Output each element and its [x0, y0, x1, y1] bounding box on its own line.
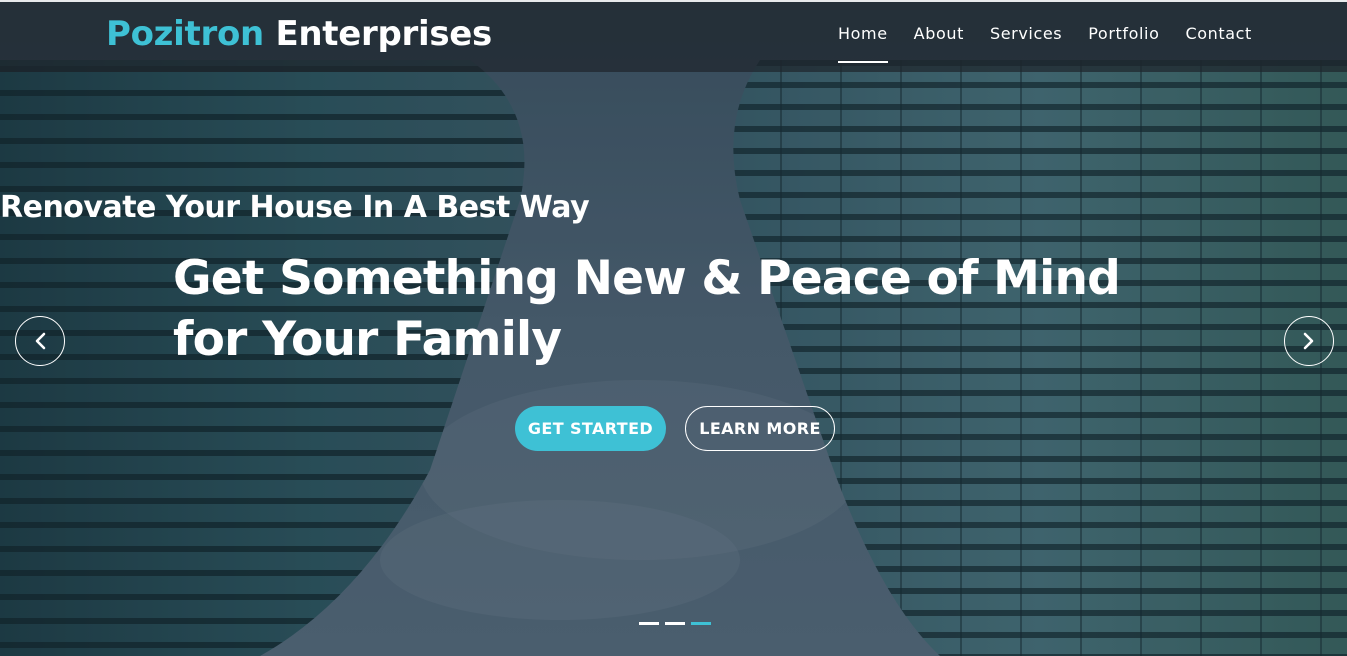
chevron-right-icon — [1303, 332, 1314, 350]
top-navbar: Pozitron Enterprises Home About Services… — [0, 0, 1347, 72]
learn-more-button[interactable]: LEARN MORE — [685, 406, 835, 451]
brand-name-accent: Pozitron — [106, 14, 264, 54]
nav-item-about[interactable]: About — [914, 24, 964, 63]
carousel-prev-button[interactable] — [15, 316, 65, 366]
hero-subtitle: Renovate Your House In A Best Way — [0, 190, 590, 225]
nav-item-portfolio[interactable]: Portfolio — [1088, 24, 1159, 63]
carousel-indicator-3[interactable] — [691, 622, 711, 625]
main-nav: Home About Services Portfolio Contact — [838, 24, 1278, 63]
carousel-indicators — [639, 622, 711, 625]
nav-item-home[interactable]: Home — [838, 24, 888, 63]
brand-logo[interactable]: Pozitron Enterprises — [106, 14, 492, 54]
chevron-left-icon — [35, 332, 46, 350]
carousel-indicator-2[interactable] — [665, 622, 685, 625]
hero-carousel: Pozitron Enterprises Home About Services… — [0, 0, 1347, 656]
nav-item-contact[interactable]: Contact — [1185, 24, 1251, 63]
brand-name-rest: Enterprises — [263, 14, 492, 54]
nav-item-services[interactable]: Services — [990, 24, 1062, 63]
hero-headline: Get Something New & Peace of Mind for Yo… — [173, 251, 1121, 367]
carousel-next-button[interactable] — [1284, 316, 1334, 366]
get-started-button[interactable]: GET STARTED — [515, 406, 666, 451]
carousel-indicator-1[interactable] — [639, 622, 659, 625]
